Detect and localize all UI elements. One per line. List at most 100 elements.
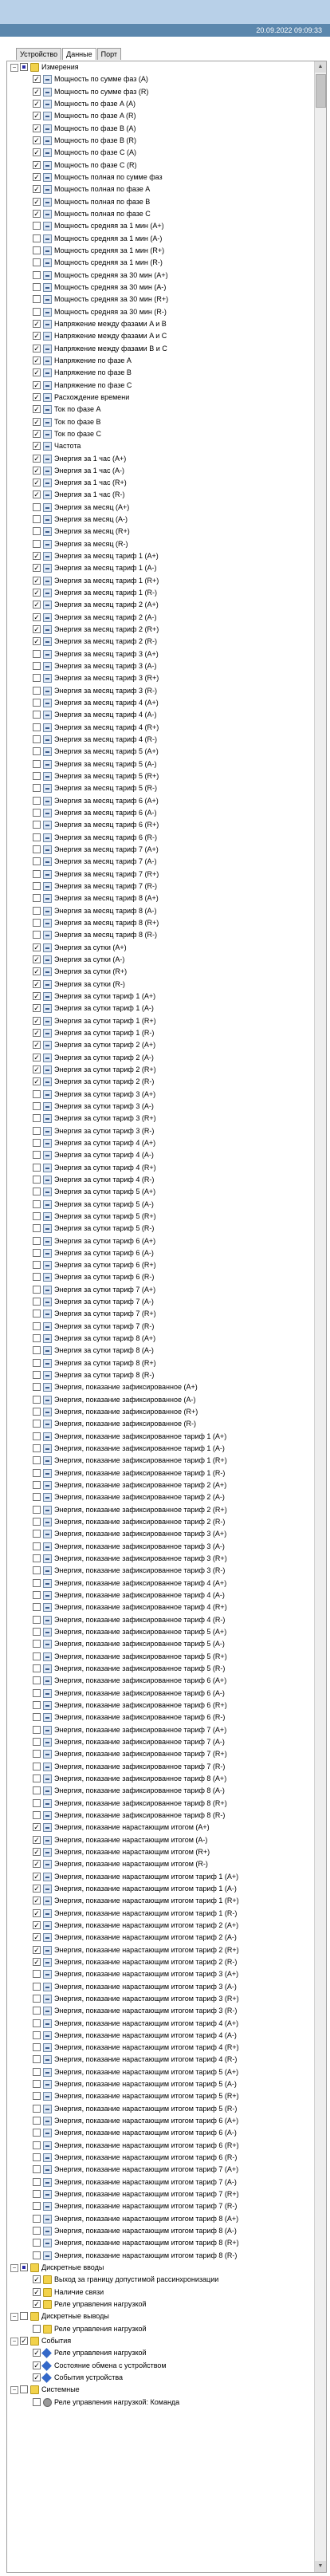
checkbox[interactable]: ✓ bbox=[33, 2373, 41, 2382]
tree-item[interactable]: ✓ Энергия, показание нарастающим итогом т… bbox=[7, 1920, 314, 1932]
tree-item[interactable]: Энергия, показание зафиксированное тариф… bbox=[7, 1516, 314, 1528]
checkbox[interactable] bbox=[33, 1468, 41, 1477]
tree-item[interactable]: Энергия, показание зафиксированное тариф… bbox=[7, 1541, 314, 1553]
tree-item[interactable]: ✓ Реле управления нагрузкой bbox=[7, 2298, 314, 2310]
checkbox[interactable] bbox=[33, 246, 41, 254]
checkbox[interactable]: ✓ bbox=[33, 429, 41, 438]
checkbox[interactable] bbox=[33, 1371, 41, 1380]
tree-item[interactable]: Энергия за сутки тариф 6 (A-) bbox=[7, 1247, 314, 1259]
tree-item[interactable]: Энергия, показание зафиксированное тариф… bbox=[7, 1675, 314, 1687]
checkbox[interactable] bbox=[33, 1273, 41, 1282]
tree-item[interactable]: Энергия, показание зафиксированное тариф… bbox=[7, 1455, 314, 1467]
tree-item[interactable]: Энергия за сутки тариф 7 (A+) bbox=[7, 1284, 314, 1296]
tree-item[interactable]: Мощность средняя за 1 мин (A-) bbox=[7, 233, 314, 245]
checkbox[interactable]: ✓ bbox=[33, 955, 41, 963]
tree-item[interactable]: Энергия за месяц (R+) bbox=[7, 526, 314, 538]
checkbox[interactable]: ✓ bbox=[33, 1016, 41, 1025]
checkbox[interactable]: ✓ bbox=[33, 479, 41, 487]
checkbox[interactable]: ✓ bbox=[33, 466, 41, 475]
tree-item[interactable]: Энергия за месяц тариф 5 (R+) bbox=[7, 770, 314, 782]
tree-item[interactable]: ✓ Энергия за месяц тариф 1 (A+) bbox=[7, 550, 314, 562]
checkbox[interactable]: ✓ bbox=[33, 2275, 41, 2284]
tree-item[interactable]: ✓ Энергия, показание нарастающим итогом (… bbox=[7, 1834, 314, 1846]
checkbox[interactable]: ✓ bbox=[33, 380, 41, 389]
checkbox[interactable] bbox=[33, 1456, 41, 1465]
tree-item[interactable]: Энергия, показание нарастающим итогом та… bbox=[7, 2250, 314, 2262]
tree-item[interactable]: Энергия, показание нарастающим итогом та… bbox=[7, 2005, 314, 2017]
collapse-icon[interactable]: − bbox=[10, 2313, 18, 2322]
tree-item[interactable]: ✓ Энергия за сутки тариф 1 (R+) bbox=[7, 1015, 314, 1027]
tree-item[interactable]: Мощность средняя за 30 мин (R-) bbox=[7, 306, 314, 318]
checkbox[interactable] bbox=[33, 772, 41, 781]
checkbox[interactable]: ✓ bbox=[33, 979, 41, 988]
tree-item[interactable]: Энергия, показание зафиксированное тариф… bbox=[7, 1431, 314, 1443]
tree-item[interactable]: ✓ Мощность по сумме фаз (A) bbox=[7, 73, 314, 85]
checkbox[interactable] bbox=[33, 1310, 41, 1318]
checkbox[interactable]: ✓ bbox=[33, 601, 41, 609]
checkbox[interactable]: ✓ bbox=[33, 185, 41, 194]
checkbox[interactable] bbox=[33, 2153, 41, 2162]
checkbox[interactable]: ✓ bbox=[33, 2300, 41, 2309]
tree-item[interactable]: ✓ Мощность по сумме фаз (R) bbox=[7, 86, 314, 98]
tree-item[interactable]: Энергия за сутки тариф 6 (R-) bbox=[7, 1271, 314, 1283]
checkbox[interactable]: ✓ bbox=[33, 589, 41, 597]
tree-item[interactable]: Энергия за месяц тариф 6 (A-) bbox=[7, 807, 314, 819]
checkbox[interactable] bbox=[33, 1688, 41, 1697]
checkbox[interactable] bbox=[33, 2129, 41, 2137]
checkbox[interactable]: ✓ bbox=[33, 1860, 41, 1869]
checkbox[interactable]: ✓ bbox=[33, 136, 41, 144]
tree-item[interactable]: Энергия за месяц тариф 8 (A+) bbox=[7, 892, 314, 904]
tree-item[interactable]: ✓ Энергия за 1 час (A-) bbox=[7, 465, 314, 477]
tree-item[interactable]: Энергия, показание зафиксированное тариф… bbox=[7, 1761, 314, 1773]
tree-item[interactable]: ✓ Энергия за сутки (R+) bbox=[7, 966, 314, 978]
tab-port[interactable]: Порт bbox=[96, 48, 122, 60]
checkbox[interactable] bbox=[33, 2251, 41, 2259]
tree-item[interactable]: Энергия за месяц тариф 4 (A+) bbox=[7, 697, 314, 709]
checkbox[interactable] bbox=[33, 295, 41, 304]
tree-item[interactable]: Мощность средняя за 30 мин (R+) bbox=[7, 293, 314, 305]
checkbox[interactable] bbox=[33, 2043, 41, 2052]
tree-item[interactable]: Энергия, показание нарастающим итогом та… bbox=[7, 1993, 314, 2005]
tree-item[interactable]: ✓ Энергия, показание нарастающим итогом т… bbox=[7, 1895, 314, 1907]
checkbox[interactable]: ✓ bbox=[33, 576, 41, 585]
checkbox[interactable]: ✓ bbox=[33, 1028, 41, 1037]
tree-item[interactable]: Энергия, показание нарастающим итогом та… bbox=[7, 2176, 314, 2188]
checkbox[interactable]: ✓ bbox=[33, 124, 41, 132]
checkbox[interactable] bbox=[20, 63, 28, 71]
tree-item[interactable]: ✓ Энергия, показание нарастающим итогом т… bbox=[7, 1908, 314, 1920]
checkbox[interactable] bbox=[33, 1493, 41, 1502]
checkbox[interactable] bbox=[33, 222, 41, 230]
tree-item[interactable]: Энергия, показание нарастающим итогом та… bbox=[7, 2164, 314, 2176]
tree-item[interactable]: Энергия, показание зафиксированное тариф… bbox=[7, 1601, 314, 1613]
checkbox[interactable] bbox=[33, 1554, 41, 1563]
checkbox[interactable] bbox=[33, 1126, 41, 1135]
checkbox[interactable] bbox=[33, 2227, 41, 2235]
checkbox[interactable]: ✓ bbox=[33, 356, 41, 364]
tree-item[interactable]: Энергия, показание нарастающим итогом та… bbox=[7, 2054, 314, 2066]
checkbox[interactable]: ✓ bbox=[33, 160, 41, 169]
tree-item[interactable]: ✓ Мощность по фазе B (R) bbox=[7, 135, 314, 147]
tree-item[interactable]: Энергия за месяц тариф 4 (A-) bbox=[7, 709, 314, 721]
tree-item[interactable]: ✓ Реле управления нагрузкой bbox=[7, 2347, 314, 2359]
tree-item[interactable]: Энергия за месяц тариф 5 (A-) bbox=[7, 758, 314, 770]
tree-item[interactable]: ✓ Мощность по фазе A (R) bbox=[7, 110, 314, 122]
tree-item[interactable]: Энергия за месяц тариф 7 (R+) bbox=[7, 869, 314, 880]
checkbox[interactable] bbox=[33, 1798, 41, 1807]
checkbox[interactable] bbox=[33, 1652, 41, 1660]
tree-group[interactable]: − Измерения bbox=[7, 61, 314, 73]
tree-item[interactable]: Энергия, показание зафиксированное тариф… bbox=[7, 1663, 314, 1675]
checkbox[interactable]: ✓ bbox=[33, 197, 41, 206]
tree-item[interactable]: Энергия, показание нарастающим итогом та… bbox=[7, 1968, 314, 1980]
checkbox[interactable]: ✓ bbox=[33, 2287, 41, 2296]
checkbox[interactable]: ✓ bbox=[33, 991, 41, 1000]
checkbox[interactable]: ✓ bbox=[33, 552, 41, 561]
tree-item[interactable]: Энергия за месяц (A-) bbox=[7, 514, 314, 526]
checkbox[interactable] bbox=[33, 1420, 41, 1428]
collapse-icon[interactable]: − bbox=[10, 2386, 18, 2395]
tree-item[interactable]: Энергия за сутки тариф 4 (A+) bbox=[7, 1137, 314, 1149]
checkbox[interactable] bbox=[33, 1285, 41, 1294]
tree-item[interactable]: ✓ Мощность полная по фазе A bbox=[7, 183, 314, 195]
checkbox[interactable]: ✓ bbox=[33, 1823, 41, 1832]
tree-item[interactable]: ✓ Мощность полная по фазе B bbox=[7, 196, 314, 208]
checkbox[interactable] bbox=[33, 1444, 41, 1453]
